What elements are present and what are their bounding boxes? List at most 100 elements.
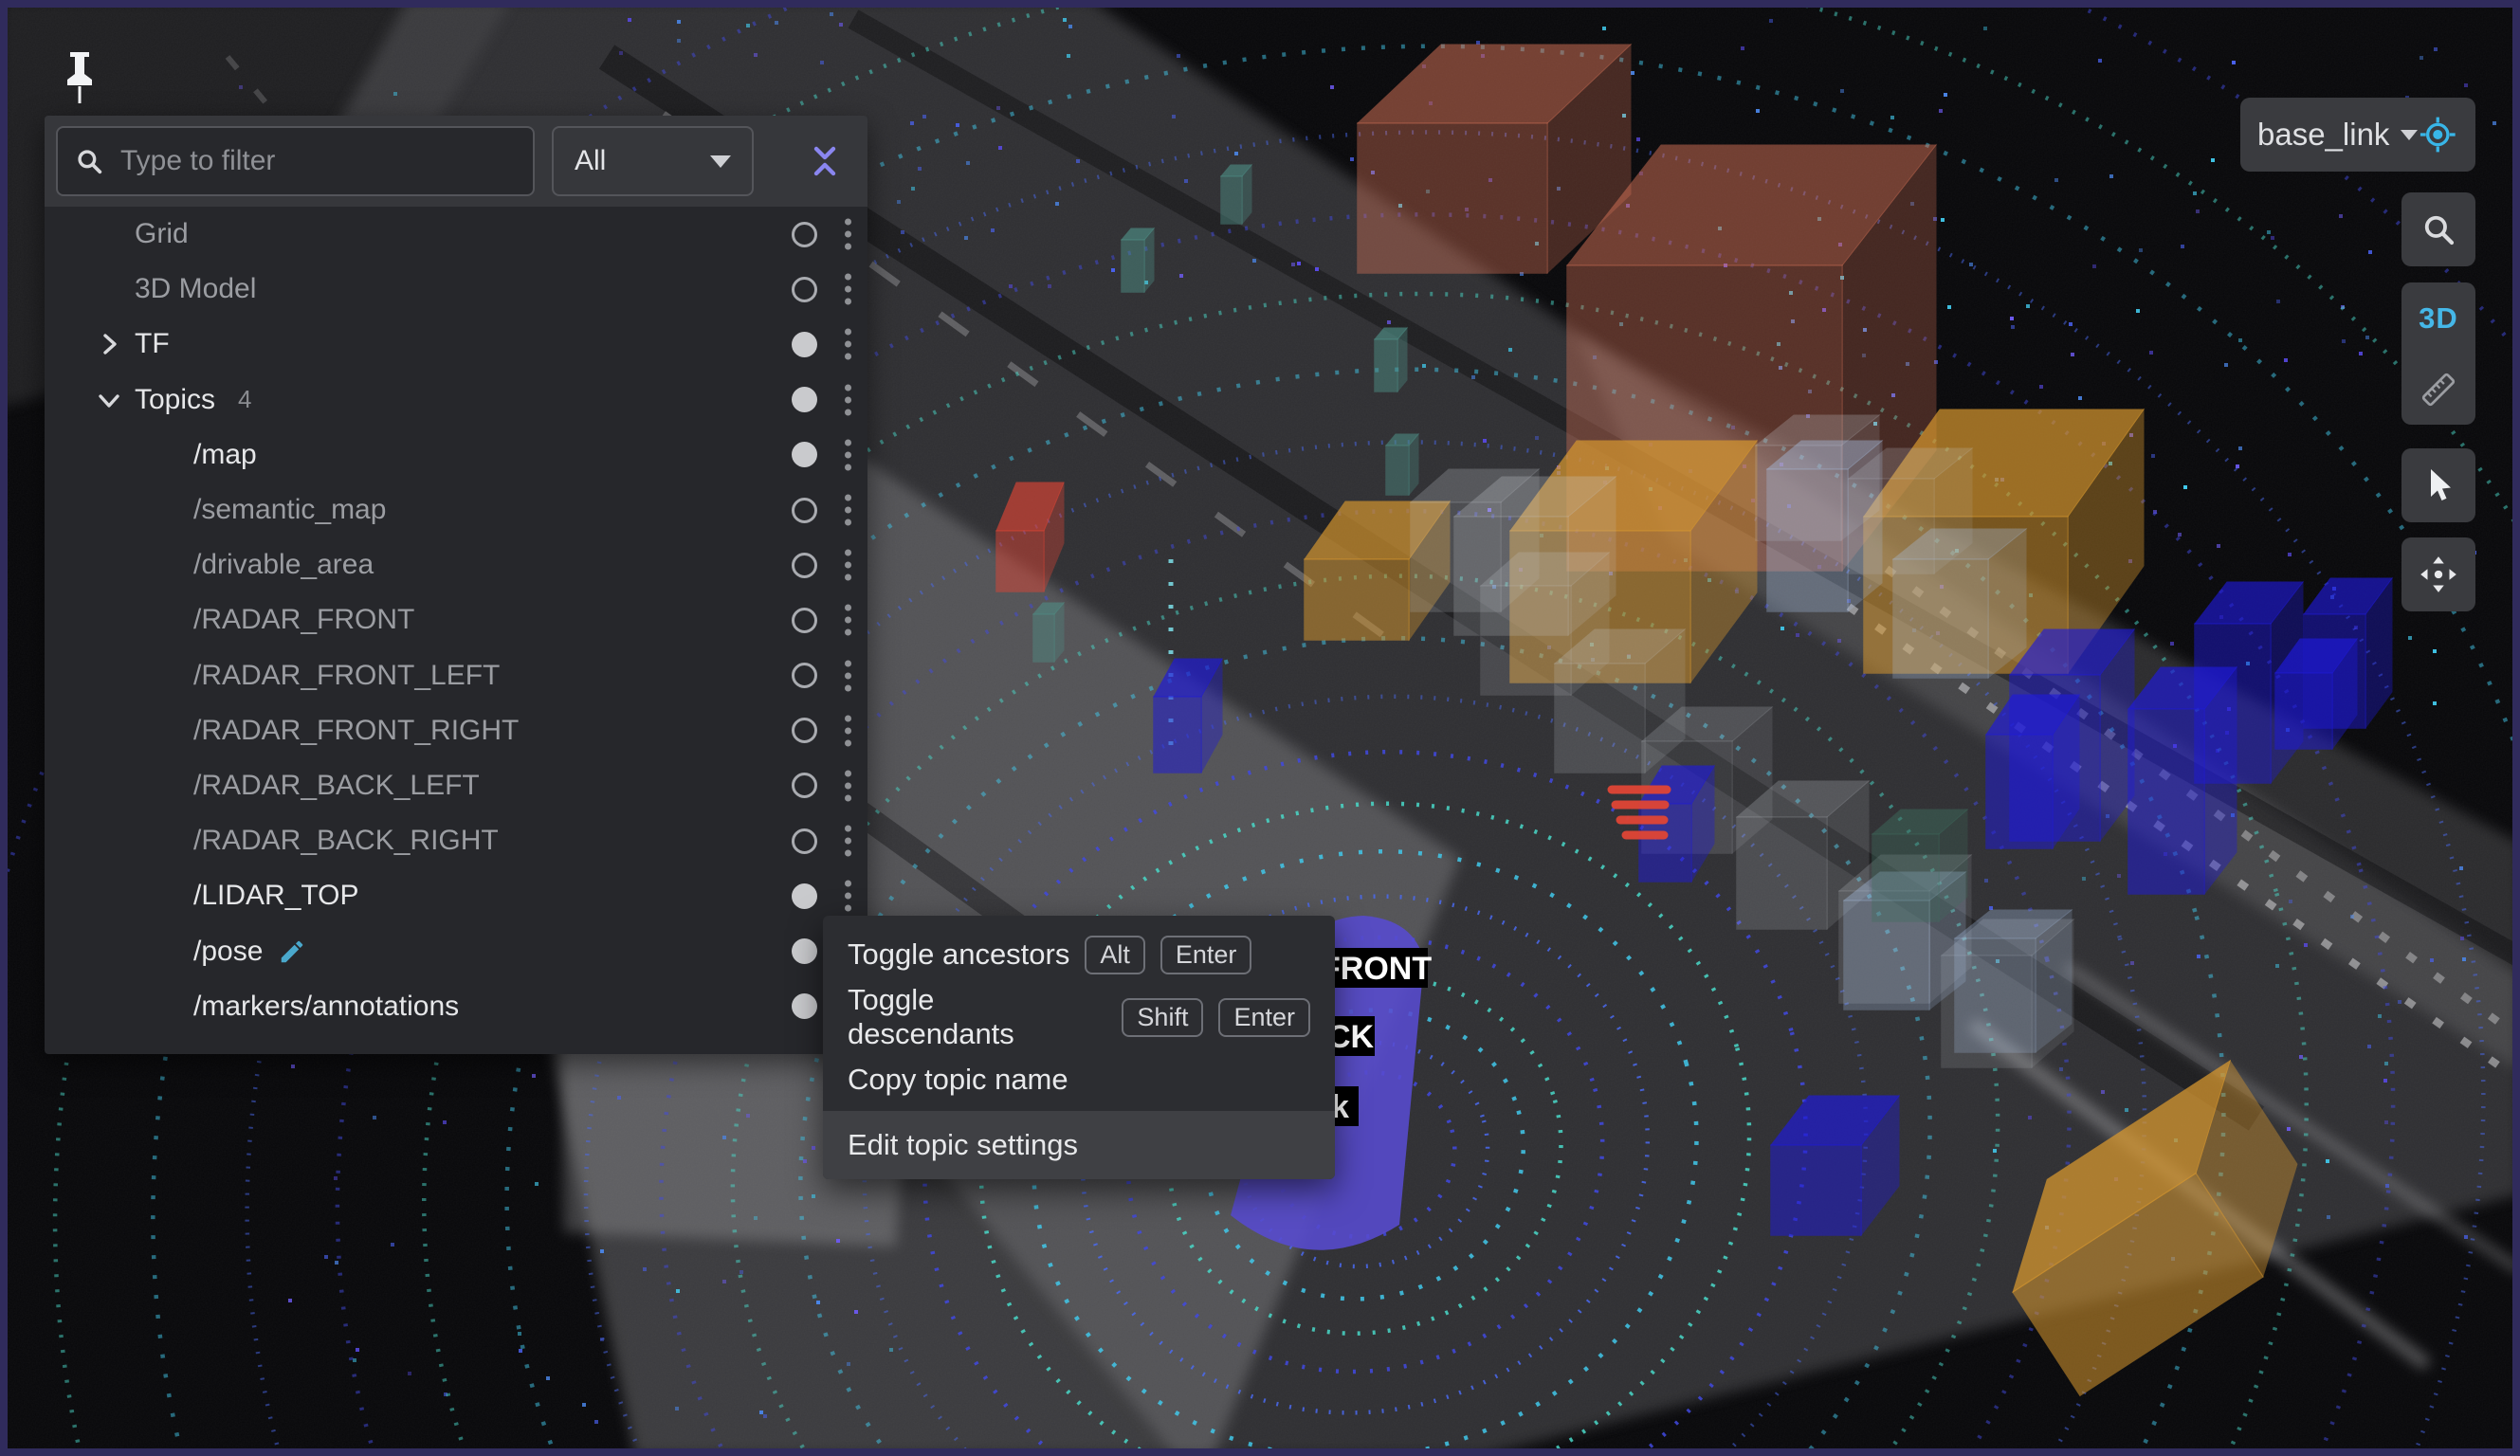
frame-selector-value: base_link — [2257, 117, 2389, 153]
tree-row-radar-front-right[interactable]: /RADAR_FRONT_RIGHT — [45, 703, 867, 758]
magnifier-icon — [2419, 209, 2458, 249]
tree-row-radar-front[interactable]: /RADAR_FRONT — [45, 592, 867, 647]
filter-input-box[interactable] — [56, 126, 535, 196]
caret-down-icon — [2401, 130, 2418, 140]
visibility-filter-value: All — [575, 145, 606, 177]
chevron-right-icon[interactable] — [94, 329, 124, 359]
bounding-box — [1893, 529, 2026, 678]
row-menu-icon[interactable] — [845, 881, 851, 912]
visibility-toggle[interactable] — [792, 277, 817, 302]
visibility-toggle[interactable] — [792, 222, 817, 247]
measure-button[interactable] — [2401, 354, 2475, 425]
tree-row-label: /RADAR_BACK_RIGHT — [193, 825, 499, 857]
view-mode-group: 3D — [2401, 282, 2475, 425]
tree-row-label: /RADAR_FRONT_LEFT — [193, 660, 500, 692]
menu-item-label: Edit topic settings — [848, 1128, 1078, 1162]
tree-row-label: Grid — [135, 218, 189, 250]
topic-count: 4 — [238, 385, 251, 414]
zoom-search-button[interactable] — [2401, 192, 2475, 266]
topic-panel: All Grid 3D Model TF Topics 4/map/semantic_m… — [45, 116, 867, 1054]
caret-down-icon — [710, 155, 731, 168]
tree-row-3d-model[interactable]: 3D Model — [45, 262, 867, 317]
collapse-all-icon[interactable] — [803, 139, 847, 183]
visibility-toggle[interactable] — [792, 332, 817, 357]
kbd-alt: Alt — [1085, 936, 1145, 974]
pan-tool-button[interactable] — [2401, 537, 2475, 611]
bounding-box — [1221, 165, 1251, 224]
tree-row-radar-front-left[interactable]: /RADAR_FRONT_LEFT — [45, 648, 867, 703]
row-menu-icon[interactable] — [845, 274, 851, 305]
tree-row-label: TF — [135, 328, 170, 360]
tree-row-label: /semantic_map — [193, 494, 386, 526]
frame-selector[interactable]: base_link — [2240, 98, 2475, 172]
menu-item-label: Toggle descendants — [848, 983, 1106, 1051]
bounding-box — [2010, 629, 2134, 841]
visibility-toggle[interactable] — [792, 442, 817, 467]
tree-row-radar-back-right[interactable]: /RADAR_BACK_RIGHT — [45, 813, 867, 868]
tree-row-pose[interactable]: /pose — [45, 923, 867, 978]
tree-row-markers-annotations[interactable]: /markers/annotations — [45, 979, 867, 1034]
bounding-box — [1386, 434, 1418, 495]
bounding-box — [2304, 578, 2392, 728]
crosshair-icon[interactable] — [2418, 114, 2458, 155]
tree-row-topics[interactable]: Topics 4 — [45, 373, 867, 428]
tree-row-radar-back-left[interactable]: /RADAR_BACK_LEFT — [45, 758, 867, 813]
menu-item-edit-topic-settings[interactable]: Edit topic settings — [823, 1111, 1335, 1179]
visibility-toggle[interactable] — [792, 387, 817, 412]
menu-item-toggle-ancestors[interactable]: Toggle ancestorsAltEnter — [823, 923, 1335, 986]
bounding-box — [1122, 228, 1154, 292]
menu-item-toggle-descendants[interactable]: Toggle descendantsShiftEnter — [823, 986, 1335, 1048]
tree-row-tf[interactable]: TF — [45, 317, 867, 372]
bounding-box — [1955, 910, 2072, 1052]
edit-icon[interactable] — [278, 937, 306, 966]
row-menu-icon[interactable] — [845, 495, 851, 526]
visibility-toggle[interactable] — [792, 553, 817, 578]
search-icon — [73, 145, 105, 177]
row-menu-icon[interactable] — [845, 605, 851, 636]
row-menu-icon[interactable] — [845, 826, 851, 857]
tree-row-drivable-area[interactable]: /drivable_area — [45, 537, 867, 592]
row-menu-icon[interactable] — [845, 550, 851, 581]
tree-row-semantic-map[interactable]: /semantic_map — [45, 482, 867, 537]
filter-bar: All — [45, 116, 867, 207]
visibility-toggle[interactable] — [792, 883, 817, 909]
pin-icon[interactable] — [61, 49, 99, 106]
menu-item-label: Copy topic name — [848, 1063, 1068, 1097]
visibility-toggle[interactable] — [792, 993, 817, 1019]
view-3d-label: 3D — [2419, 301, 2458, 336]
view-3d-button[interactable]: 3D — [2401, 282, 2475, 354]
row-menu-icon[interactable] — [845, 439, 851, 470]
bounding-box — [1033, 603, 1064, 662]
tree-row-grid[interactable]: Grid — [45, 207, 867, 262]
row-menu-icon[interactable] — [845, 770, 851, 801]
visibility-toggle[interactable] — [792, 828, 817, 854]
cursor-icon — [2418, 464, 2459, 506]
row-menu-icon[interactable] — [845, 715, 851, 746]
tree-row-lidar-top[interactable]: /LIDAR_TOP — [45, 868, 867, 923]
chevron-down-icon[interactable] — [94, 385, 124, 415]
tree-row-label: /drivable_area — [193, 549, 374, 581]
visibility-toggle[interactable] — [792, 773, 817, 798]
row-menu-icon[interactable] — [845, 660, 851, 691]
tree-row-label: /pose — [193, 936, 263, 968]
tree-row-label: Topics — [135, 384, 215, 416]
tree-row-map[interactable]: /map — [45, 428, 867, 482]
visibility-toggle[interactable] — [792, 663, 817, 688]
menu-item-copy-topic-name[interactable]: Copy topic name — [823, 1048, 1335, 1111]
kbd-shift: Shift — [1122, 998, 1203, 1037]
visibility-toggle[interactable] — [792, 718, 817, 743]
menu-item-label: Toggle ancestors — [848, 937, 1069, 972]
row-menu-icon[interactable] — [845, 384, 851, 415]
tree-row-label: /RADAR_FRONT_RIGHT — [193, 715, 519, 747]
filter-input[interactable] — [119, 144, 518, 178]
row-menu-icon[interactable] — [845, 219, 851, 250]
visibility-toggle[interactable] — [792, 608, 817, 633]
pointer-tool-button[interactable] — [2401, 448, 2475, 522]
visibility-filter-dropdown[interactable]: All — [552, 126, 754, 196]
tree-row-label: /map — [193, 439, 257, 471]
tf-frame-label: FRONT — [1321, 951, 1432, 987]
context-menu: Toggle ancestorsAltEnterToggle descendan… — [823, 916, 1335, 1179]
visibility-toggle[interactable] — [792, 938, 817, 964]
row-menu-icon[interactable] — [845, 329, 851, 360]
visibility-toggle[interactable] — [792, 498, 817, 523]
